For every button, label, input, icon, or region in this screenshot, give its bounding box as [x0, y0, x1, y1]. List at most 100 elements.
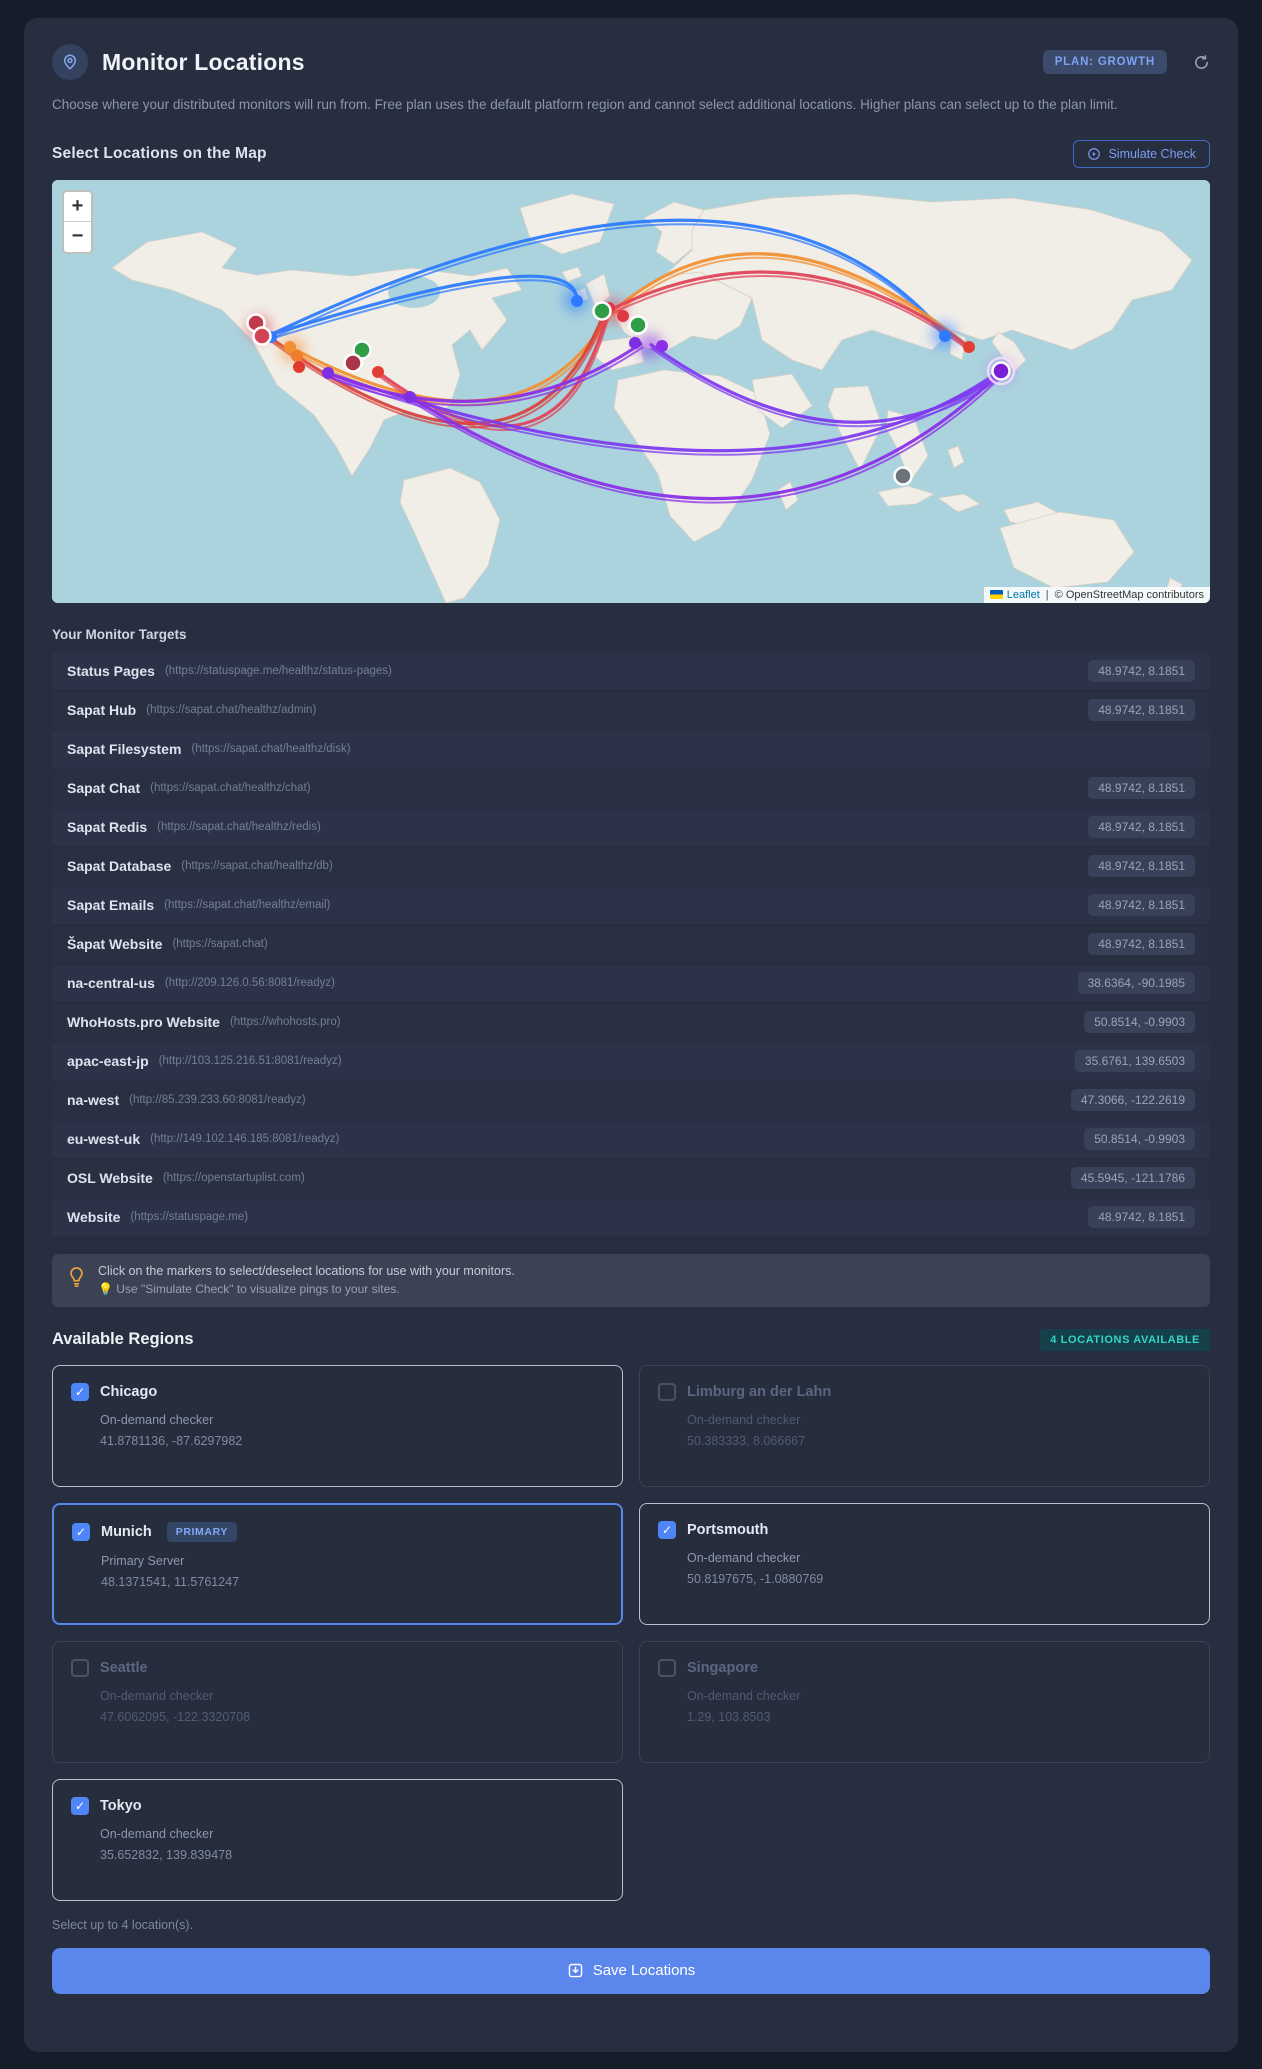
- region-card[interactable]: ✓ Tokyo On-demand checker 35.652832, 139…: [52, 1778, 623, 1901]
- target-name: Website: [67, 1209, 121, 1226]
- plan-badge: PLAN: GROWTH: [1042, 50, 1167, 74]
- target-coordinates-badge: 48.9742, 8.1851: [1088, 660, 1195, 683]
- region-card[interactable]: ✓ Portsmouth On-demand checker 50.819767…: [639, 1502, 1210, 1625]
- target-url: (https://sapat.chat/healthz/redis): [157, 821, 321, 834]
- ping-dot-marker[interactable]: [656, 339, 668, 352]
- lightbulb-icon: [69, 1266, 84, 1292]
- monitor-targets-list: Status Pages (https://statuspage.me/heal…: [52, 652, 1210, 1236]
- target-name: eu-west-uk: [67, 1131, 141, 1148]
- world-map[interactable]: + − Leaflet | © OpenStreetMap contributo…: [52, 179, 1210, 603]
- target-url: (https://sapat.chat): [172, 938, 268, 951]
- region-checkbox[interactable]: ✓: [72, 1522, 90, 1541]
- region-coordinates: 41.8781136, -87.6297982: [100, 1433, 243, 1448]
- region-name: Seattle: [100, 1659, 148, 1676]
- target-name: na-west: [67, 1092, 120, 1109]
- region-coordinates: 48.1371541, 11.5761247: [101, 1574, 240, 1589]
- region-card[interactable]: Limburg an der Lahn On-demand checker 50…: [639, 1364, 1210, 1487]
- ping-dot-marker[interactable]: [629, 336, 641, 349]
- table-row: Status Pages (https://statuspage.me/heal…: [52, 652, 1210, 690]
- region-type: On-demand checker: [100, 1412, 214, 1427]
- region-type: On-demand checker: [100, 1826, 214, 1841]
- refresh-icon[interactable]: [1193, 54, 1210, 71]
- target-coordinates-badge: 45.5945, -121.1786: [1070, 1167, 1195, 1190]
- tip-line-1: Click on the markers to select/deselect …: [98, 1263, 515, 1278]
- region-checkbox[interactable]: ✓: [71, 1796, 89, 1815]
- marker-na-central[interactable]: [343, 352, 363, 373]
- target-name: Sapat Database: [67, 858, 172, 875]
- target-name: Sapat Filesystem: [67, 741, 182, 758]
- target-name: apac-east-jp: [67, 1053, 149, 1070]
- table-row: na-west (http://85.239.233.60:8081/ready…: [52, 1081, 1210, 1119]
- region-coordinates: 50.8197675, -1.0880769: [687, 1571, 824, 1586]
- target-url: (https://sapat.chat/healthz/disk): [191, 743, 351, 756]
- region-checkbox[interactable]: [71, 1658, 89, 1677]
- region-card[interactable]: Seattle On-demand checker 47.6062095, -1…: [52, 1640, 623, 1763]
- marker-portsmouth[interactable]: [592, 300, 612, 321]
- region-card[interactable]: ✓ Chicago On-demand checker 41.8781136, …: [52, 1364, 623, 1487]
- table-row: Website (https://statuspage.me) 48.9742,…: [52, 1198, 1210, 1236]
- ping-dot-marker[interactable]: [322, 366, 334, 379]
- tip-line-2: 💡 Use "Simulate Check" to visualize ping…: [98, 1281, 400, 1296]
- zoom-out-button[interactable]: −: [64, 221, 91, 252]
- region-checkbox[interactable]: [658, 1658, 676, 1677]
- leaflet-link[interactable]: Leaflet: [1007, 589, 1040, 601]
- ping-dot-marker[interactable]: [291, 349, 303, 362]
- zoom-in-button[interactable]: +: [64, 191, 91, 222]
- target-url: (https://statuspage.me/healthz/status-pa…: [164, 665, 392, 678]
- target-coordinates-badge: 48.9742, 8.1851: [1088, 777, 1195, 800]
- table-row: Sapat Redis (https://sapat.chat/healthz/…: [52, 808, 1210, 846]
- locations-available-badge: 4 LOCATIONS AVAILABLE: [1040, 1328, 1210, 1351]
- marker-singapore[interactable]: [893, 465, 913, 486]
- target-coordinates-badge: 47.3066, -122.2619: [1070, 1089, 1195, 1112]
- target-url: (https://sapat.chat/healthz/db): [181, 860, 333, 873]
- target-coordinates-badge: 48.9742, 8.1851: [1088, 699, 1195, 722]
- ping-dot-marker[interactable]: [571, 294, 583, 307]
- region-checkbox[interactable]: ✓: [658, 1520, 676, 1539]
- region-card[interactable]: Singapore On-demand checker 1.29, 103.85…: [639, 1640, 1210, 1763]
- header: Monitor Locations PLAN: GROWTH: [52, 44, 1210, 80]
- table-row: OSL Website (https://openstartuplist.com…: [52, 1159, 1210, 1197]
- ping-dot-marker[interactable]: [372, 365, 384, 378]
- ping-dot-marker[interactable]: [617, 309, 629, 322]
- region-coordinates: 35.652832, 139.839478: [100, 1847, 233, 1862]
- osm-attribution: © OpenStreetMap contributors: [1054, 588, 1204, 601]
- region-type: Primary Server: [101, 1553, 185, 1568]
- monitor-locations-panel: Monitor Locations PLAN: GROWTH Choose wh…: [24, 18, 1238, 2052]
- table-row: Sapat Database (https://sapat.chat/healt…: [52, 847, 1210, 885]
- target-name: na-central-us: [67, 975, 155, 992]
- table-row: Sapat Emails (https://sapat.chat/healthz…: [52, 886, 1210, 924]
- region-checkbox[interactable]: ✓: [71, 1382, 89, 1401]
- marker-seattle-b[interactable]: [252, 325, 272, 346]
- table-row: Sapat Hub (https://sapat.chat/healthz/ad…: [52, 691, 1210, 729]
- region-name: Singapore: [687, 1659, 758, 1676]
- region-type: On-demand checker: [687, 1412, 801, 1427]
- play-circle-icon: [1088, 147, 1101, 160]
- marker-limburg[interactable]: [628, 314, 648, 335]
- marker-tokyo[interactable]: [991, 360, 1011, 381]
- simulate-check-button[interactable]: Simulate Check: [1073, 139, 1210, 168]
- save-icon: [568, 1963, 582, 1978]
- region-type: On-demand checker: [100, 1688, 214, 1703]
- target-url: (http://209.126.0.56:8081/readyz): [164, 977, 335, 990]
- tip-box: Click on the markers to select/deselect …: [52, 1253, 1210, 1307]
- target-name: OSL Website: [67, 1170, 153, 1187]
- ping-dot-marker[interactable]: [963, 340, 975, 353]
- ping-dot-marker[interactable]: [293, 360, 305, 373]
- region-type: On-demand checker: [687, 1688, 801, 1703]
- table-row: WhoHosts.pro Website (https://whohosts.p…: [52, 1003, 1210, 1041]
- region-card[interactable]: ✓ Munich PRIMARY Primary Server 48.13715…: [52, 1502, 623, 1625]
- region-name: Limburg an der Lahn: [687, 1383, 832, 1400]
- target-name: Sapat Chat: [67, 780, 141, 797]
- table-row: apac-east-jp (http://103.125.216.51:8081…: [52, 1042, 1210, 1080]
- map-canvas: [52, 179, 1210, 603]
- target-name: Status Pages: [67, 663, 155, 680]
- ping-dot-marker[interactable]: [939, 329, 951, 342]
- table-row: Šapat Website (https://sapat.chat) 48.97…: [52, 925, 1210, 963]
- region-checkbox[interactable]: [658, 1382, 676, 1401]
- region-coordinates: 47.6062095, -122.3320708: [100, 1709, 251, 1724]
- table-row: eu-west-uk (http://149.102.146.185:8081/…: [52, 1120, 1210, 1158]
- save-locations-button[interactable]: Save Locations: [52, 1947, 1210, 1994]
- ping-dot-marker[interactable]: [404, 390, 416, 403]
- selection-limit-note: Select up to 4 location(s).: [52, 1917, 194, 1932]
- target-coordinates-badge: 48.9742, 8.1851: [1088, 816, 1195, 839]
